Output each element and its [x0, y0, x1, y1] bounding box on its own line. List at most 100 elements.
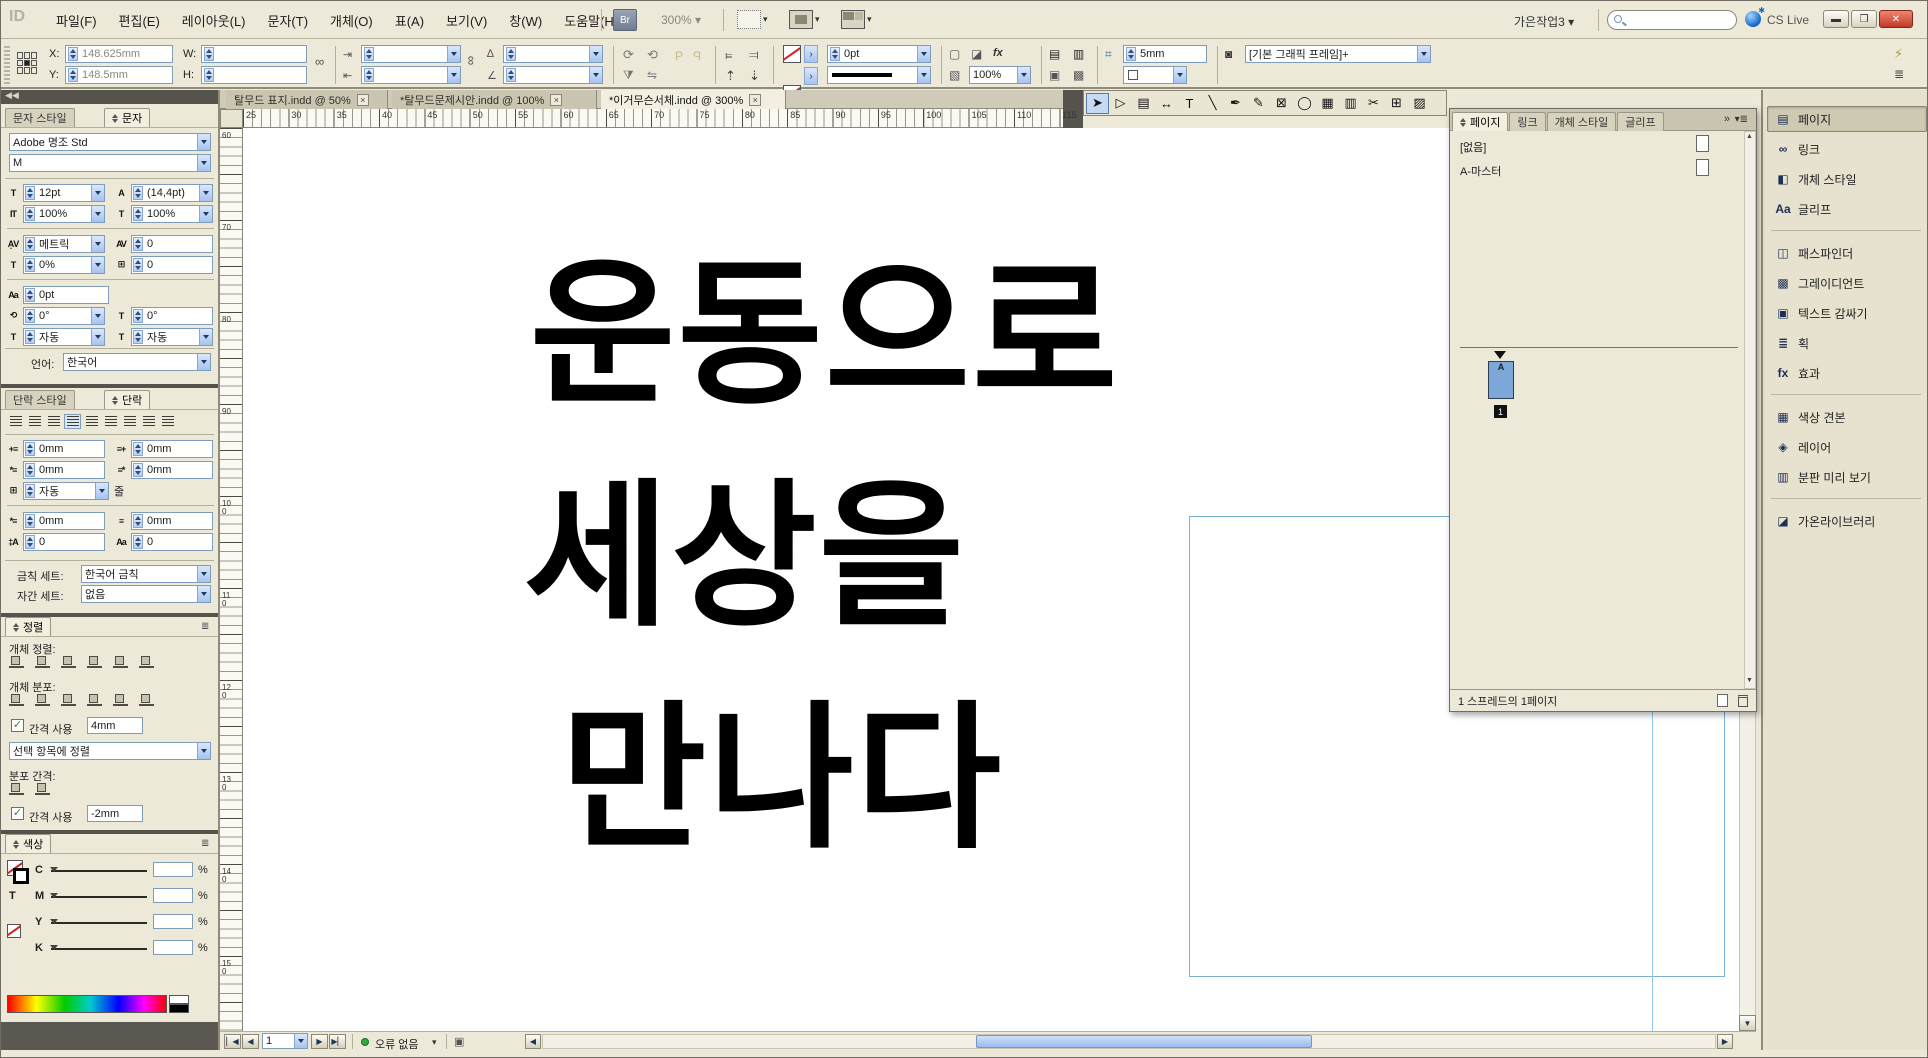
dropdown-icon[interactable] [447, 46, 460, 62]
dock-item-separations-preview[interactable]: ▥분판 미리 보기 [1767, 464, 1927, 490]
rotate-angle-field[interactable] [503, 45, 603, 63]
text-color-icon[interactable]: T [9, 890, 16, 902]
align-button-0[interactable] [7, 414, 24, 429]
tool-pencil-icon[interactable]: ✎ [1247, 93, 1270, 114]
last-page-icon[interactable]: ▶▏ [329, 1034, 346, 1049]
rotate-180-icon[interactable]: ⇋ [647, 68, 657, 82]
spinner-icon[interactable] [830, 47, 840, 61]
tab-character[interactable]: 문자 [104, 108, 150, 127]
dock-item-object-styles[interactable]: ◧개체 스타일 [1767, 166, 1927, 192]
tool-selection-icon[interactable]: ➤ [1086, 93, 1109, 114]
color-spectrum[interactable] [7, 995, 167, 1013]
black-swatch[interactable] [169, 1004, 189, 1013]
spinner-icon[interactable] [133, 258, 143, 272]
dropdown-icon[interactable] [197, 743, 210, 759]
tab-paragraph[interactable]: 단락 [104, 390, 150, 409]
dropdown-icon[interactable] [1417, 46, 1430, 62]
tab-close-icon[interactable] [550, 94, 562, 106]
menu-item-2[interactable]: 레이아웃(L) [171, 11, 257, 30]
shear-icon[interactable]: ⧩ [623, 68, 634, 83]
h-field[interactable] [201, 66, 307, 84]
close-button[interactable]: ✕ [1879, 10, 1913, 28]
dock-item-library[interactable]: ◪가온라이브러리 [1767, 508, 1927, 534]
scale-link-icon[interactable]: ∞ [464, 56, 479, 65]
tab-paragraph-styles[interactable]: 단락 스타일 [5, 390, 75, 409]
dropdown-icon[interactable] [589, 46, 602, 62]
panel-drag-handle[interactable] [4, 46, 10, 84]
stroke-weight-field[interactable]: 0pt [827, 45, 931, 63]
tab-close-icon[interactable] [357, 94, 369, 106]
dropdown-icon[interactable] [447, 67, 460, 83]
object-align-3-icon[interactable] [87, 655, 104, 669]
pages-panel-tab-3[interactable]: 글리프 [1617, 112, 1663, 131]
attribute-field[interactable]: 0 [131, 533, 213, 551]
spinner-icon[interactable] [25, 514, 35, 528]
cs-live-button[interactable]: CS Live [1767, 13, 1809, 27]
object-distribute-5-icon[interactable] [139, 693, 156, 707]
transparency-icon[interactable]: ◪ [971, 47, 982, 61]
attribute-field[interactable]: 100% [23, 205, 105, 223]
dropdown-icon[interactable] [199, 185, 212, 201]
attribute-field[interactable]: 자동 [131, 328, 213, 346]
flip-horizontal-icon[interactable]: P [675, 49, 683, 63]
reference-point-icon[interactable] [17, 52, 39, 74]
scale-x-field[interactable] [361, 45, 461, 63]
attribute-field[interactable]: 자동 [23, 328, 105, 346]
use-spacing-checkbox-1[interactable] [11, 719, 24, 732]
dropdown-icon[interactable] [197, 354, 210, 370]
color-slider[interactable] [51, 948, 147, 950]
spinner-icon[interactable] [204, 47, 214, 61]
attribute-field[interactable]: (14,4pt) [131, 184, 213, 202]
tool-free-transform-icon[interactable]: ⊞ [1385, 93, 1408, 114]
effects-icon[interactable]: fx [993, 47, 1003, 59]
dropdown-icon[interactable] [91, 236, 104, 252]
previous-page-icon[interactable]: ◀ [242, 1034, 259, 1049]
attribute-field[interactable]: 0mm [131, 461, 213, 479]
dock-item-gradient[interactable]: ▩그레이디언트 [1767, 270, 1927, 296]
color-value-field[interactable] [153, 888, 193, 903]
dock-item-links[interactable]: ∞링크 [1767, 136, 1927, 162]
dropdown-icon[interactable] [197, 586, 210, 602]
align-button-7[interactable] [140, 414, 157, 429]
object-distribute-3-icon[interactable] [87, 693, 104, 707]
menu-item-3[interactable]: 문자(T) [257, 11, 320, 30]
tool-gradient-icon[interactable]: ▨ [1408, 93, 1431, 114]
spinner-icon[interactable] [204, 68, 214, 82]
menu-item-5[interactable]: 표(A) [384, 11, 435, 30]
dropdown-icon[interactable] [1017, 67, 1030, 83]
delete-page-icon[interactable] [1738, 695, 1748, 707]
y-field[interactable]: 148.5mm [65, 66, 173, 84]
spinner-icon[interactable] [133, 330, 143, 344]
spinner-icon[interactable] [68, 68, 78, 82]
object-align-4-icon[interactable] [113, 655, 130, 669]
color-value-field[interactable] [153, 914, 193, 929]
align-button-3[interactable] [64, 414, 81, 429]
align-button-5[interactable] [102, 414, 119, 429]
pages-panel-tab-1[interactable]: 링크 [1509, 112, 1545, 131]
menu-item-1[interactable]: 편집(E) [108, 11, 171, 30]
attribute-field[interactable]: 0mm [131, 512, 213, 530]
dropdown-icon[interactable] [1173, 67, 1186, 83]
spacing-field-2[interactable]: -2mm [87, 805, 143, 822]
text-wrap-bounding-icon[interactable]: ▥ [1073, 47, 1084, 61]
pages-panel-tab-0[interactable]: 페이지 [1452, 112, 1508, 131]
w-field[interactable] [201, 45, 307, 63]
tool-horizontal-grid-icon[interactable]: ▦ [1316, 93, 1339, 114]
stroke-flyout-arrow[interactable]: › [804, 45, 818, 63]
window-arrange-arrow[interactable]: ▾ [867, 14, 872, 25]
tool-ellipse-icon[interactable]: ◯ [1293, 93, 1316, 114]
spinner-icon[interactable] [25, 288, 35, 302]
workspace-switcher[interactable]: 가은작업3 ▾ [1514, 13, 1574, 30]
tool-direct-selection-icon[interactable]: ▷ [1109, 93, 1132, 114]
object-distribute-4-icon[interactable] [113, 693, 130, 707]
panel-menu-icon[interactable]: ▾≣ [1735, 114, 1748, 125]
dropdown-icon[interactable] [589, 67, 602, 83]
spinner-icon[interactable] [506, 68, 516, 82]
x-field[interactable]: 148.625mm [65, 45, 173, 63]
bridge-button[interactable]: Br [613, 9, 637, 31]
tab-character-styles[interactable]: 문자 스타일 [5, 108, 75, 127]
fit-frame-icon[interactable]: ▩ [1073, 68, 1084, 82]
fit-content-icon[interactable]: ▣ [1049, 68, 1060, 82]
restore-button[interactable]: ❐ [1851, 10, 1877, 28]
attribute-field[interactable]: 0mm [23, 461, 105, 479]
